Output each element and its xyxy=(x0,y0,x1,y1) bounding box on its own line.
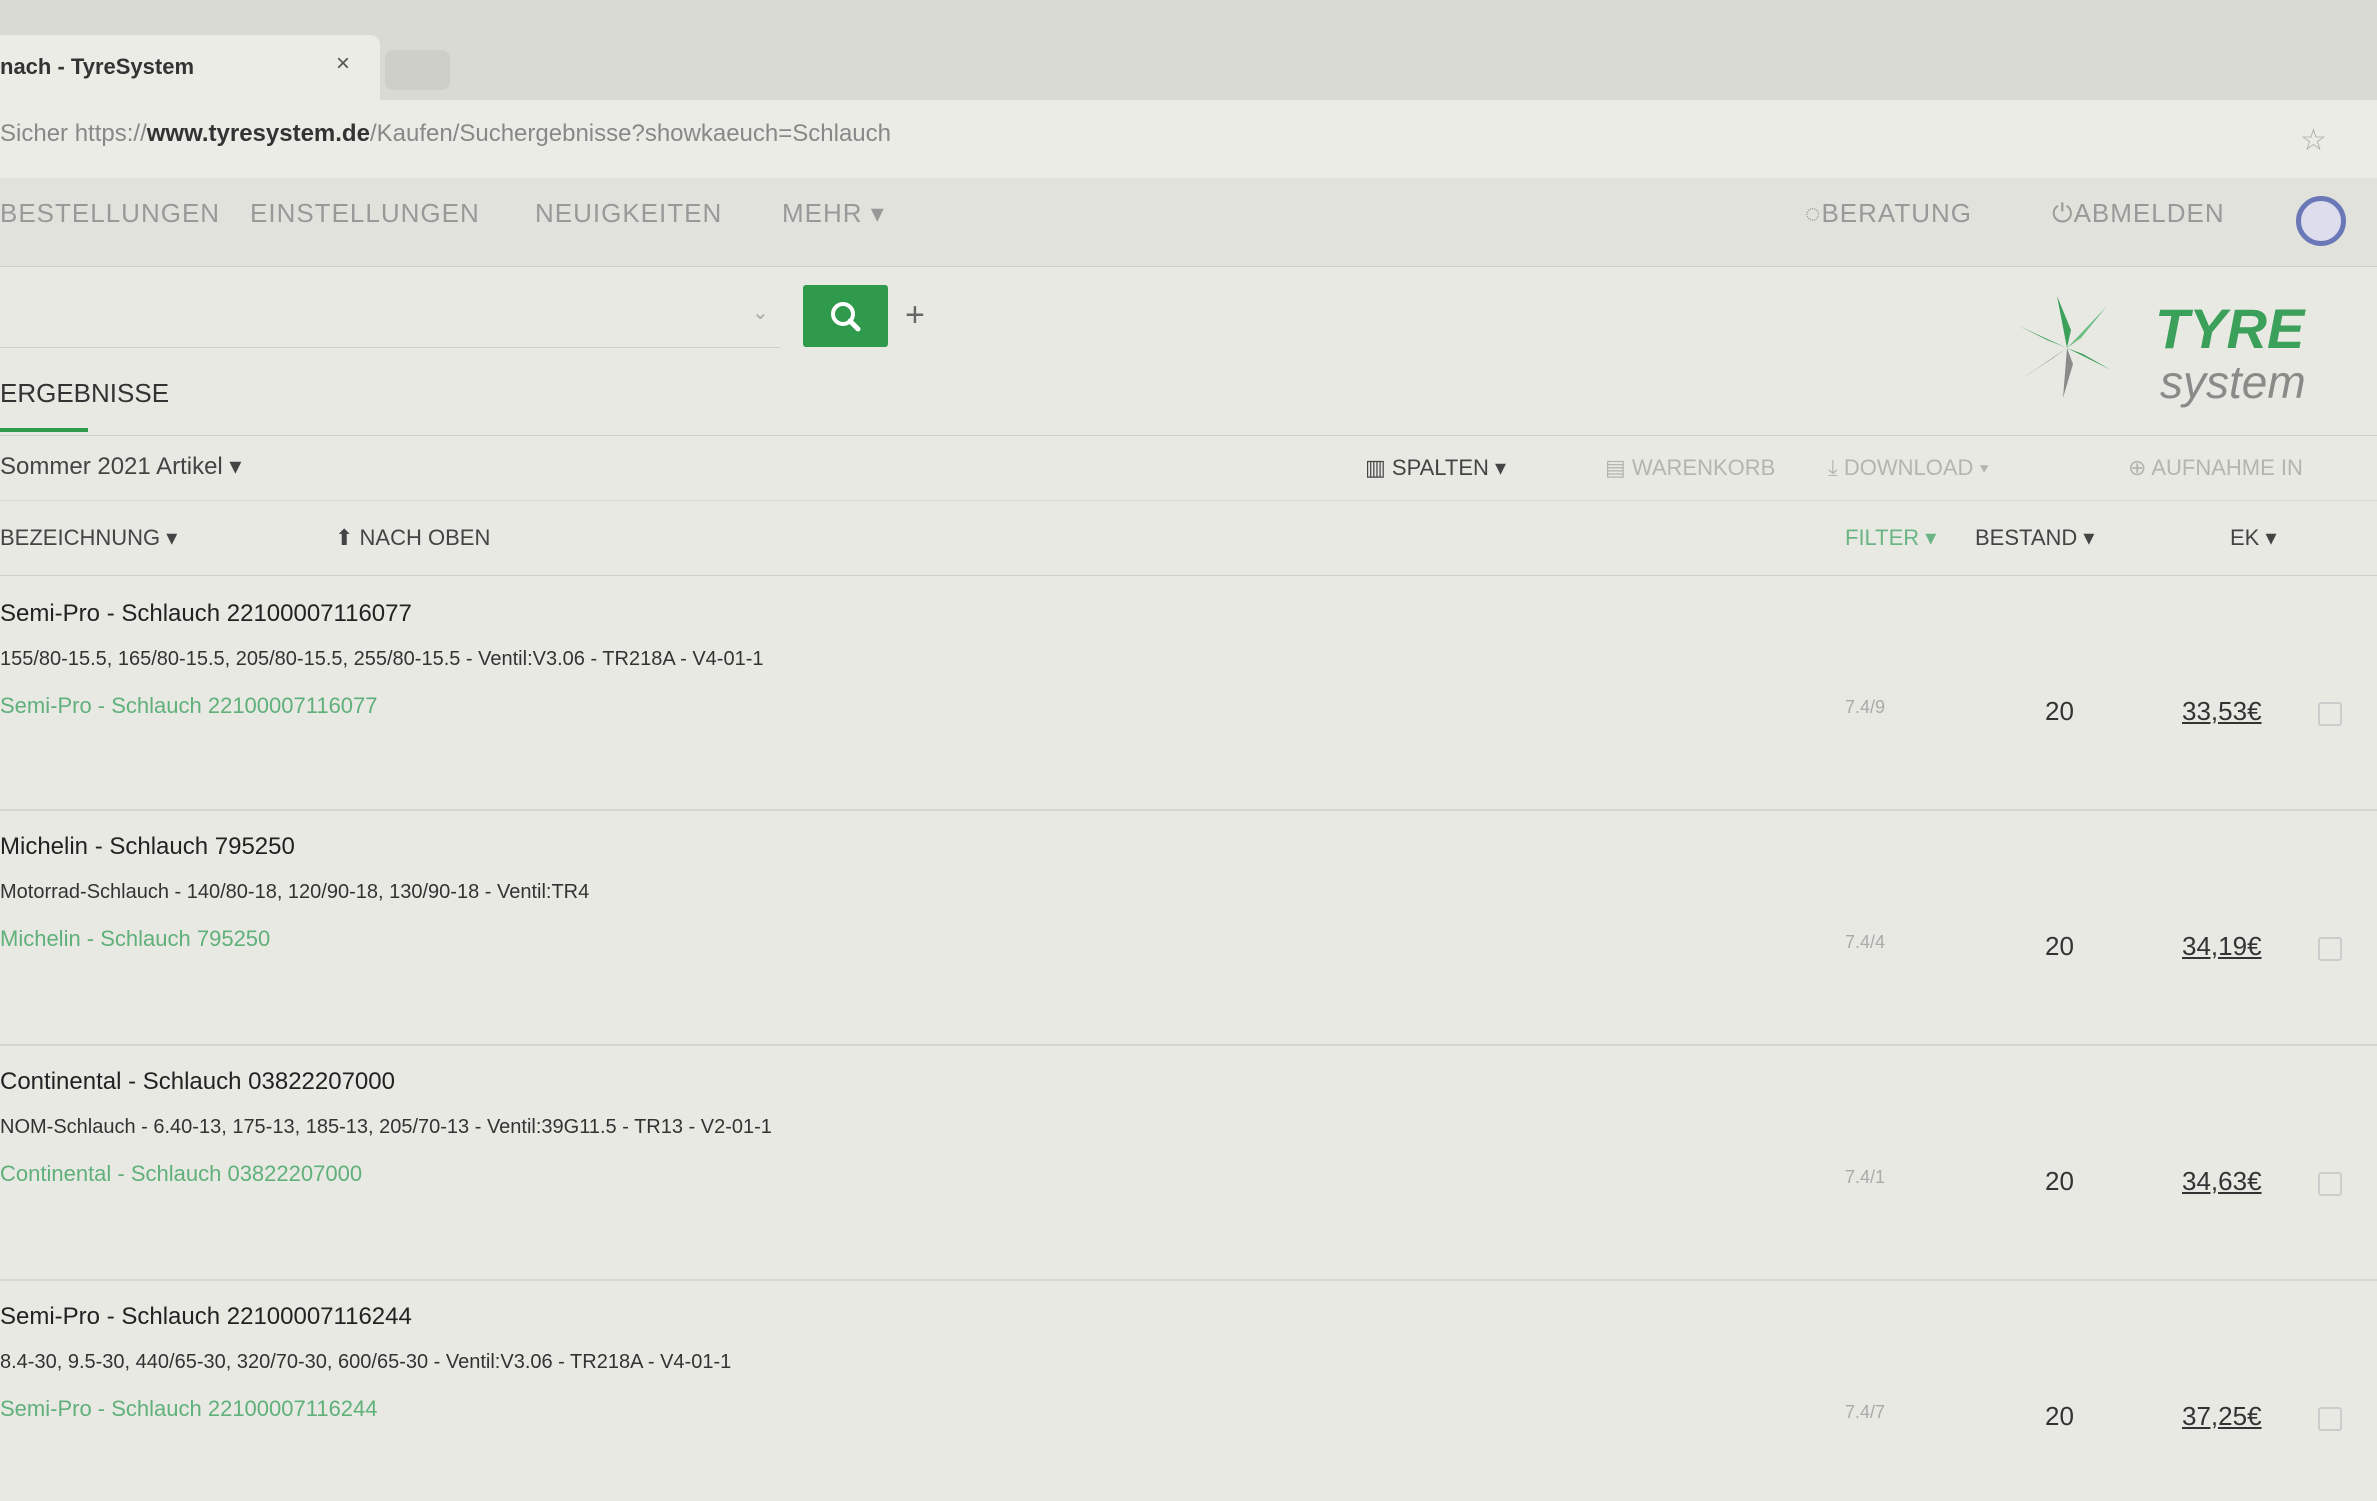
product-price[interactable]: 34,19€ xyxy=(2182,931,2262,962)
nav-beratung-label: BERATUNG xyxy=(1821,198,1972,228)
product-filter-value: 7.4/9 xyxy=(1845,697,1886,717)
row-checkbox[interactable] xyxy=(2318,937,2342,961)
url-domain: www.tyresystem.de xyxy=(146,120,370,147)
row-checkbox[interactable] xyxy=(2318,1407,2342,1431)
avatar[interactable] xyxy=(2296,196,2346,246)
nav-mehr[interactable]: MEHR ▾ xyxy=(782,198,885,229)
row-checkbox[interactable] xyxy=(2318,702,2342,726)
url-prefix: Sicher https:// xyxy=(0,120,147,147)
cart-icon: ▤ xyxy=(1605,455,1632,480)
nav-abmelden[interactable]: ⏻ABMELDEN xyxy=(2052,198,2225,230)
product-stock: 20 xyxy=(2045,1166,2074,1196)
product-title[interactable]: Continental - Schlauch 03822207000 xyxy=(0,1068,395,1096)
divider xyxy=(0,500,2377,501)
columns-button[interactable]: ▥ SPALTEN ▾ xyxy=(1365,455,1506,481)
cart-button[interactable]: ▤ WARENKORB xyxy=(1605,455,1775,481)
nav-abmelden-label: ABMELDEN xyxy=(2073,198,2225,228)
product-price[interactable]: 37,25€ xyxy=(2182,1401,2262,1432)
column-header-filter[interactable]: FILTER ▾ xyxy=(1845,525,1936,551)
sort-up-icon: ⬆ xyxy=(335,525,360,550)
product-description: NOM-Schlauch - 6.40-13, 175-13, 185-13, … xyxy=(0,1116,772,1138)
product-filter-value: 7.4/7 xyxy=(1845,1402,1886,1422)
product-stock: 20 xyxy=(2045,1401,2074,1431)
product-link[interactable]: Michelin - Schlauch 795250 xyxy=(0,926,270,952)
tyre-logo-graphic: TYRE system xyxy=(2019,296,2306,408)
product-stock: 20 xyxy=(2045,931,2074,961)
product-description: Motorrad-Schlauch - 140/80-18, 120/90-18… xyxy=(0,881,590,903)
logo-word-tyre: TYRE xyxy=(2155,297,2306,360)
active-tab-indicator xyxy=(0,428,88,432)
tyresystem-logo[interactable]: TYRE system xyxy=(2005,290,2355,410)
product-stock: 20 xyxy=(2045,696,2074,726)
product-description: 155/80-15.5, 165/80-15.5, 205/80-15.5, 2… xyxy=(0,648,764,670)
row-checkbox[interactable] xyxy=(2318,1172,2342,1196)
download-button[interactable]: ⤓ DOWNLOAD ▾ xyxy=(1828,455,1989,481)
search-icon xyxy=(831,302,861,332)
logo-word-system: system xyxy=(2160,356,2306,408)
product-title[interactable]: Semi-Pro - Schlauch 22100007116244 xyxy=(0,1303,412,1331)
download-label: DOWNLOAD ▾ xyxy=(1843,455,1989,480)
nav-einstellungen[interactable]: EINSTELLUNGEN xyxy=(250,198,480,229)
tab-close-icon[interactable]: × xyxy=(336,50,350,78)
nav-neuigkeiten[interactable]: NEUIGKEITEN xyxy=(535,198,722,229)
aufnahme-button[interactable]: ⊕ AUFNAHME IN xyxy=(2128,455,2303,481)
product-filter-value: 7.4/4 xyxy=(1845,932,1886,952)
nav-bestellungen[interactable]: BESTELLUNGEN xyxy=(0,198,220,229)
url-text[interactable]: Sicher https://www.tyresystem.de/Kaufen/… xyxy=(0,120,891,148)
search-dropdown-icon[interactable]: ⌄ xyxy=(752,300,769,325)
download-icon: ⤓ xyxy=(1828,455,1844,480)
product-title[interactable]: Semi-Pro - Schlauch 22100007116077 xyxy=(0,600,412,628)
table-row[interactable] xyxy=(0,811,2377,1046)
columns-icon: ▥ xyxy=(1365,455,1392,480)
browser-tab-title: nach - TyreSystem xyxy=(0,54,195,79)
search-button[interactable] xyxy=(803,285,888,347)
product-link[interactable]: Continental - Schlauch 03822207000 xyxy=(0,1161,362,1187)
aufnahme-icon: ⊕ xyxy=(2128,455,2152,480)
aufnahme-label: AUFNAHME IN xyxy=(2151,455,2303,480)
cart-label: WARENKORB xyxy=(1631,455,1776,480)
sort-up-label: NACH OBEN xyxy=(359,525,491,550)
column-header-stock[interactable]: BESTAND ▾ xyxy=(1975,525,2094,551)
add-search-plus-icon[interactable]: + xyxy=(905,296,925,335)
bookmark-star-icon[interactable]: ☆ xyxy=(2300,123,2327,158)
tab-ergebnisse[interactable]: ERGEBNISSE xyxy=(0,378,169,409)
product-title[interactable]: Michelin - Schlauch 795250 xyxy=(0,833,295,861)
chat-icon: ◌ xyxy=(1805,198,1822,228)
search-input[interactable] xyxy=(0,285,780,348)
url-path: /Kaufen/Suchergebnisse?showkaeuch=Schlau… xyxy=(369,120,891,147)
season-filter-dropdown[interactable]: Sommer 2021 Artikel ▾ xyxy=(0,452,241,481)
sort-up-button[interactable]: ⬆ NACH OBEN xyxy=(335,525,490,551)
nav-beratung[interactable]: ◌BERATUNG xyxy=(1805,198,1972,229)
column-header-name[interactable]: BEZEICHNUNG ▾ xyxy=(0,525,177,551)
product-price[interactable]: 33,53€ xyxy=(2182,696,2262,727)
product-filter-value: 7.4/1 xyxy=(1845,1167,1886,1187)
logout-icon: ⏻ xyxy=(2052,198,2074,228)
product-link[interactable]: Semi-Pro - Schlauch 22100007116244 xyxy=(0,1396,378,1422)
product-description: 8.4-30, 9.5-30, 440/65-30, 320/70-30, 60… xyxy=(0,1351,732,1373)
product-price[interactable]: 34,63€ xyxy=(2182,1166,2262,1197)
divider xyxy=(0,435,2377,436)
columns-label: SPALTEN ▾ xyxy=(1391,455,1507,480)
column-header-price[interactable]: EK ▾ xyxy=(2230,525,2277,551)
product-link[interactable]: Semi-Pro - Schlauch 22100007116077 xyxy=(0,693,378,719)
new-tab-button[interactable] xyxy=(385,50,450,90)
